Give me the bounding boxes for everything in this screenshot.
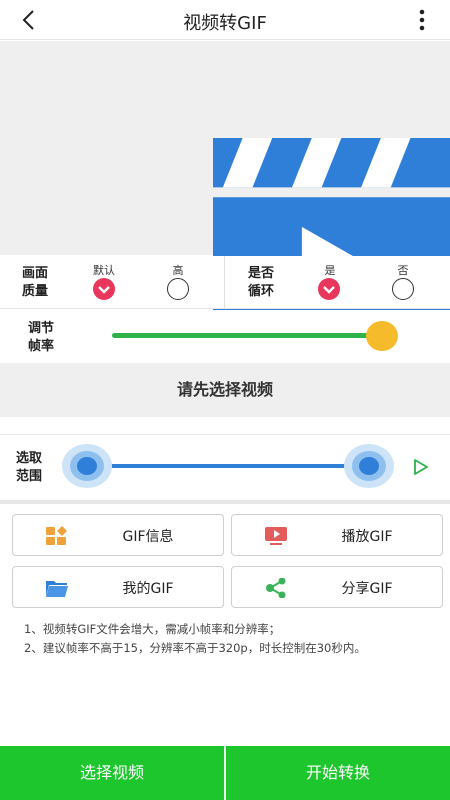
divider xyxy=(224,256,225,309)
range-start-handle[interactable] xyxy=(62,444,112,488)
play-icon[interactable] xyxy=(413,458,429,476)
loop-no-radio[interactable] xyxy=(392,278,414,300)
range-label: 选取 范围 xyxy=(16,451,43,484)
loop-yes-radio[interactable] xyxy=(318,278,340,300)
range-slider-track[interactable] xyxy=(86,464,370,468)
range-end-handle[interactable] xyxy=(344,444,394,488)
apps-grid-icon xyxy=(46,526,67,545)
check-icon xyxy=(98,286,110,294)
quality-default-label: 默认 xyxy=(93,264,115,277)
start-convert-button[interactable]: 开始转换 xyxy=(226,746,450,800)
tips-text: 1、视频转GIF文件会增大，需减小帧率和分辨率； 2、建议帧率不高于15，分辨率… xyxy=(24,620,434,658)
quality-high-radio[interactable] xyxy=(167,278,189,300)
bottom-action-bar: 选择视频 开始转换 xyxy=(0,746,450,800)
video-player-icon xyxy=(265,527,287,545)
select-video-button[interactable]: 选择视频 xyxy=(0,746,224,800)
my-gif-button[interactable]: 我的GIF xyxy=(12,566,224,608)
quality-label: 画面 质量 xyxy=(22,266,49,299)
page-title: 视频转GIF xyxy=(183,13,267,34)
tip-line: 1、视频转GIF文件会增大，需减小帧率和分辨率； xyxy=(24,622,281,636)
folder-open-icon xyxy=(46,581,68,597)
quality-high-label: 高 xyxy=(172,264,184,277)
loop-no-label: 否 xyxy=(397,264,409,277)
gif-info-button[interactable]: GIF信息 xyxy=(12,514,224,556)
fps-slider-track[interactable] xyxy=(112,333,388,338)
tip-line: 2、建议帧率不高于15，分辨率不高于320p，时长控制在30秒内。 xyxy=(24,641,366,655)
share-icon xyxy=(266,578,286,598)
more-vertical-icon[interactable] xyxy=(416,8,428,32)
app-header: 视频转GIF xyxy=(0,0,450,40)
fps-label: 调节 帧率 xyxy=(28,321,55,354)
loop-yes-label: 是 xyxy=(324,264,336,277)
check-icon xyxy=(323,286,335,294)
quality-default-radio[interactable] xyxy=(93,278,115,300)
loop-label: 是否 循环 xyxy=(248,266,275,299)
play-gif-button[interactable]: 播放GIF xyxy=(231,514,443,556)
divider xyxy=(0,500,450,504)
share-gif-button[interactable]: 分享GIF xyxy=(231,566,443,608)
select-video-notice: 请先选择视频 xyxy=(0,363,450,417)
